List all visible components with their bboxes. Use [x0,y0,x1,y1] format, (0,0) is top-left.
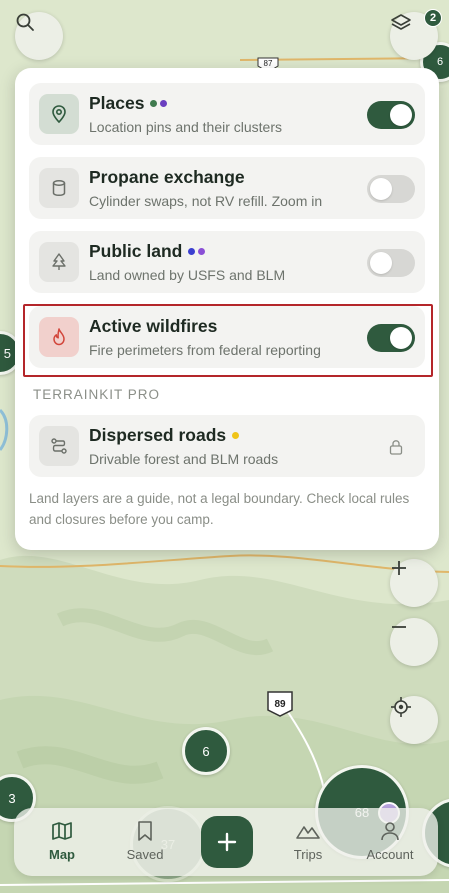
nav-item-saved[interactable]: Saved [110,820,180,862]
layer-subtitle: Cylinder swaps, not RV refill. Zoom in [89,193,323,209]
plus-icon [392,561,406,575]
legend-dot [198,248,206,255]
layer-title-text: Dispersed roads [89,425,227,445]
layer-icon-container [39,94,79,134]
layer-subtitle: Fire perimeters from federal reporting [89,342,321,358]
nav-item-trips[interactable]: Trips [273,820,343,862]
legend-dot [188,248,196,255]
zoom-out-button[interactable] [390,618,438,666]
locate-me-button[interactable] [390,696,438,744]
layers-icon [391,14,411,30]
add-button[interactable] [201,816,253,868]
propane-toggle[interactable] [367,175,415,203]
layer-title: Propane exchange [89,167,245,188]
layers-count-badge: 2 [424,9,442,27]
layers-disclaimer: Land layers are a guide, not a legal bou… [29,491,410,527]
flame-icon [53,328,65,346]
minus-icon [392,626,406,628]
route-icon [51,438,67,454]
layer-row-propane[interactable]: Propane exchange Cylinder swaps, not RV … [29,157,425,219]
layer-title: Dispersed roads [89,425,240,446]
search-icon [16,13,34,31]
layer-subtitle: Drivable forest and BLM roads [89,451,279,467]
layer-row-public-land[interactable]: Public land Land owned by USFS and BLM [29,231,425,293]
layer-title-text: Places [89,93,145,113]
layer-title: Public land [89,241,206,262]
legend-dot [150,100,158,107]
layer-title: Active wildfires [89,316,217,337]
lock-icon [389,440,403,455]
map-pin-icon [52,105,66,124]
search-button[interactable] [15,12,63,60]
layer-icon-container [39,426,79,466]
layer-row-places[interactable]: Places Location pins and their clusters [29,83,425,145]
layer-title-text: Active wildfires [89,316,218,336]
layer-icon-container [39,317,79,357]
nav-label: Map [49,847,75,862]
layer-row-dispersed-roads[interactable]: Dispersed roads Drivable forest and BLM … [29,415,425,477]
layer-subtitle: Location pins and their clusters [89,119,282,135]
map-icon [52,822,72,840]
places-toggle[interactable] [367,101,415,129]
bottom-nav: Map Saved Trips Account [14,808,438,876]
nav-label: Trips [293,847,323,862]
nav-item-map[interactable]: Map [27,820,97,862]
nav-label: Saved [126,847,164,862]
layer-title: Places [89,93,168,114]
layer-title-text: Public land [89,241,183,261]
layer-icon-container [39,168,79,208]
highway-number: 87 [264,59,273,68]
legend-dot [232,432,240,439]
plus-icon [217,832,237,852]
layers-button[interactable]: 2 [390,9,442,60]
user-icon [381,822,399,841]
zoom-in-button[interactable] [390,559,438,607]
layer-row-active-wildfires[interactable]: Active wildfires Fire perimeters from fe… [29,306,425,368]
layer-subtitle: Land owned by USFS and BLM [89,267,286,283]
legend-dot [160,100,168,107]
highway-number: 89 [274,699,286,710]
crosshair-icon [391,697,411,717]
wildfires-toggle[interactable] [367,324,415,352]
map-cluster[interactable]: 6 [182,727,230,775]
cylinder-icon [52,180,66,197]
mountain-icon [296,826,320,839]
nav-item-account[interactable]: Account [355,820,425,862]
layers-panel: Places Location pins and their clusters … [15,68,439,550]
nav-label: Account [366,847,414,862]
bookmark-icon [138,821,152,841]
layer-title-text: Propane exchange [89,167,245,187]
pro-section-label: TERRAINKIT PRO [33,387,161,402]
tree-icon [52,253,66,270]
highway-shield: 89 [267,691,293,717]
layer-icon-container [39,242,79,282]
public-land-toggle[interactable] [367,249,415,277]
